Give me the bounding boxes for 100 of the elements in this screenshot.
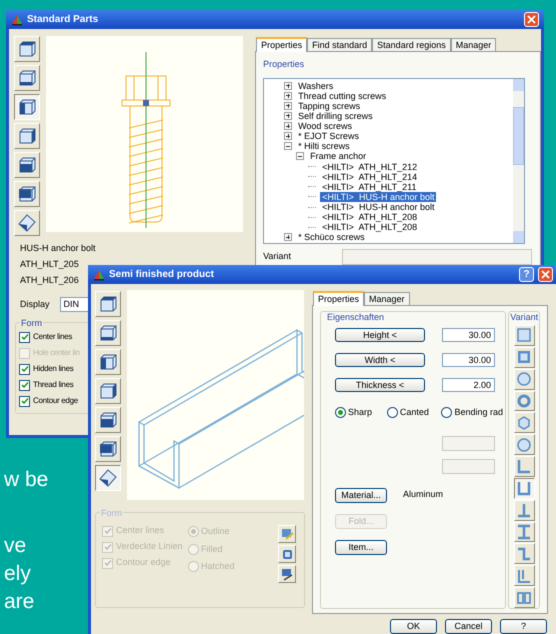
tool-icon bbox=[280, 547, 294, 561]
cube-icon bbox=[98, 410, 118, 430]
tree-item[interactable]: Frame anchor bbox=[308, 151, 368, 162]
view-button[interactable] bbox=[14, 94, 40, 120]
dimension-button[interactable]: Thickness < bbox=[335, 378, 425, 392]
app-icon bbox=[11, 14, 23, 26]
group-title: Eigenschaften bbox=[327, 311, 384, 324]
view-button[interactable] bbox=[95, 465, 121, 491]
tree-item[interactable]: * Hilti screws bbox=[296, 141, 352, 152]
tool-button[interactable] bbox=[278, 545, 296, 563]
dimension-field[interactable]: 2.00 bbox=[442, 378, 495, 392]
part-label: ATH_HLT_205 bbox=[20, 258, 79, 267]
caption-text: w be bbox=[3, 467, 48, 493]
cube-icon bbox=[17, 97, 37, 117]
radio-button[interactable] bbox=[335, 407, 346, 418]
close-button[interactable] bbox=[538, 267, 553, 282]
tree-item[interactable]: Thread cutting screws bbox=[296, 90, 388, 101]
dimension-button[interactable]: Height < bbox=[335, 328, 425, 342]
profile-icon bbox=[515, 479, 534, 498]
expand-icon[interactable] bbox=[284, 112, 292, 120]
window-title: Standard Parts bbox=[27, 13, 100, 27]
caption-text: ely bbox=[3, 561, 31, 587]
checkbox[interactable] bbox=[19, 332, 30, 342]
expand-icon[interactable] bbox=[284, 82, 292, 90]
close-button[interactable] bbox=[524, 12, 539, 27]
action-button[interactable]: Item... bbox=[335, 540, 387, 554]
dialog-button[interactable]: OK bbox=[390, 619, 437, 634]
material-value: Aluminum bbox=[403, 488, 444, 502]
collapse-icon[interactable] bbox=[296, 152, 304, 160]
profile-icon bbox=[515, 326, 534, 344]
cube-icon bbox=[98, 352, 118, 372]
cube-icon bbox=[17, 68, 37, 88]
cube-icon bbox=[17, 184, 37, 204]
checkbox[interactable] bbox=[19, 396, 30, 406]
variant-label: Variant bbox=[263, 250, 292, 263]
tab[interactable]: Find standard bbox=[307, 38, 372, 51]
tree-item[interactable]: <HILTI> ATH_HLT_212 bbox=[320, 162, 420, 172]
tree-item[interactable]: Washers bbox=[296, 80, 336, 91]
variant-button[interactable] bbox=[514, 478, 535, 499]
tree-item[interactable]: * EJOT Screws bbox=[296, 131, 361, 142]
dimension-field[interactable]: 30.00 bbox=[442, 353, 495, 367]
group-title: Variant bbox=[510, 311, 538, 324]
checkbox-label: Hidden lines bbox=[33, 363, 74, 375]
checkbox-label: Contour edge bbox=[33, 395, 78, 407]
tree-item[interactable]: <HILTI> ATH_HLT_208 bbox=[320, 212, 420, 222]
tree-item[interactable]: <HILTI> HUS-H anchor bolt bbox=[320, 202, 436, 212]
scrollbar[interactable] bbox=[513, 78, 524, 242]
radio-label: Sharp bbox=[348, 406, 372, 419]
expand-icon[interactable] bbox=[284, 122, 292, 130]
tool-icon bbox=[280, 527, 294, 541]
tree-item[interactable]: <HILTI> ATH_HLT_208 bbox=[320, 222, 420, 232]
expand-icon[interactable] bbox=[284, 102, 292, 110]
app-icon bbox=[93, 268, 105, 280]
checkmark-icon bbox=[20, 333, 28, 341]
caption-text: are bbox=[3, 589, 34, 615]
checkbox[interactable] bbox=[19, 364, 30, 374]
tab[interactable]: Properties bbox=[256, 37, 308, 52]
dialog-button[interactable]: ? bbox=[500, 619, 547, 634]
tab[interactable]: Manager bbox=[364, 292, 410, 305]
close-icon bbox=[541, 270, 550, 279]
cube-icon bbox=[17, 126, 37, 146]
caption-text: ve bbox=[3, 533, 26, 559]
tree-item[interactable]: * Schüco screws bbox=[296, 232, 367, 242]
radio-label: Canted bbox=[400, 406, 429, 419]
close-icon bbox=[527, 15, 536, 24]
expand-icon[interactable] bbox=[284, 132, 292, 140]
radio-label: Bending rad bbox=[454, 406, 503, 419]
tree-item[interactable]: Tapping screws bbox=[296, 100, 362, 111]
checkbox[interactable] bbox=[19, 380, 30, 390]
tab[interactable]: Standard regions bbox=[372, 38, 451, 51]
diamond-cube-icon bbox=[98, 468, 118, 488]
tab[interactable]: Properties bbox=[313, 291, 364, 306]
tree-view[interactable] bbox=[263, 78, 526, 244]
profile-icon bbox=[515, 392, 534, 410]
checkbox-label: Thread lines bbox=[33, 379, 74, 391]
collapse-icon[interactable] bbox=[284, 142, 292, 150]
dimension-button[interactable]: Width < bbox=[335, 353, 425, 367]
cube-icon bbox=[98, 439, 118, 459]
cube-icon bbox=[98, 381, 118, 401]
radio-button[interactable] bbox=[441, 407, 452, 418]
checkbox-label: Center lines bbox=[33, 331, 72, 343]
cube-icon bbox=[98, 294, 118, 314]
part-label: ATH_HLT_206 bbox=[20, 274, 79, 283]
tree-item[interactable]: <HILTI> ATH_HLT_211 bbox=[320, 182, 418, 192]
window-title: Semi finished product bbox=[109, 268, 216, 282]
tree-item[interactable]: <HILTI> HUS-H anchor bolt bbox=[320, 192, 436, 202]
tab[interactable]: Manager bbox=[450, 38, 496, 51]
tool-button[interactable] bbox=[278, 565, 296, 583]
tree-item[interactable]: Self drilling screws bbox=[296, 110, 375, 121]
radio-button[interactable] bbox=[386, 407, 398, 418]
dialog-button[interactable]: Cancel bbox=[445, 619, 492, 634]
tree-item[interactable]: Wood screws bbox=[296, 121, 354, 132]
profile-icon bbox=[515, 370, 534, 388]
expand-icon[interactable] bbox=[284, 233, 292, 242]
material-button[interactable]: Material... bbox=[335, 488, 387, 502]
cube-icon bbox=[17, 39, 37, 59]
dimension-field[interactable]: 30.00 bbox=[442, 328, 495, 342]
tool-icon bbox=[280, 567, 294, 581]
expand-icon[interactable] bbox=[284, 92, 292, 100]
tree-item[interactable]: <HILTI> ATH_HLT_214 bbox=[320, 172, 420, 182]
